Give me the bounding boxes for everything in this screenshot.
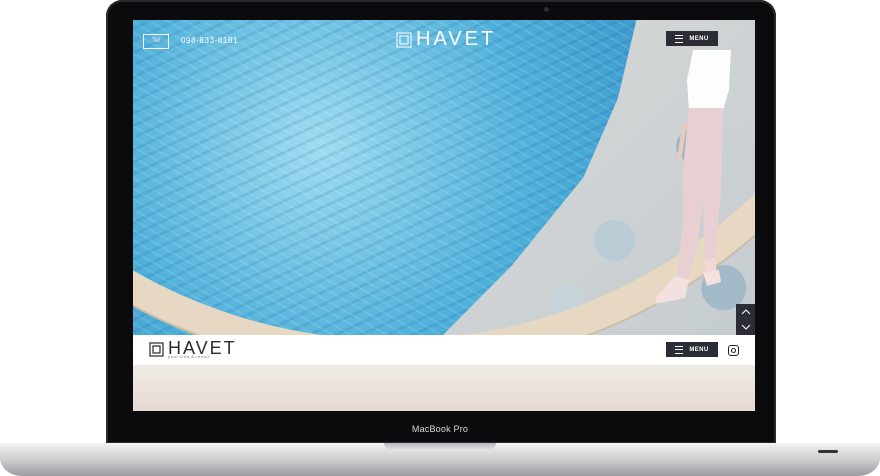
header-menu-button[interactable]: MENU: [666, 342, 718, 357]
camera: [544, 7, 549, 12]
person-image: [655, 50, 731, 304]
header-logo[interactable]: HAVET pool villa & resort: [149, 339, 237, 359]
phone-badge: Tel: [143, 34, 169, 49]
hero-logo[interactable]: HAVET: [396, 28, 496, 51]
chevron-up-icon[interactable]: [741, 309, 751, 315]
hamburger-icon: [675, 34, 684, 43]
logo-mark-icon: [149, 342, 164, 357]
phone-number[interactable]: 098-833-8181: [181, 36, 238, 45]
hero-menu-label: MENU: [689, 35, 709, 42]
hero-menu-button[interactable]: MENU: [666, 31, 718, 46]
hamburger-icon: [675, 345, 684, 354]
hero-section: Tel 098-833-8181 HAVET MENU: [133, 20, 755, 335]
site-header: HAVET pool villa & resort MENU: [133, 335, 755, 365]
laptop-screen: Tel 098-833-8181 HAVET MENU HAVET pool v…: [133, 20, 755, 411]
hero-logo-text: HAVET: [416, 28, 497, 50]
device-brand-label: MacBook Pro: [411, 424, 469, 434]
logo-mark-icon: [396, 32, 412, 47]
content-preview: [133, 365, 755, 411]
chevron-down-icon[interactable]: [741, 324, 751, 330]
laptop-notch: [384, 443, 496, 449]
scroll-control: [736, 304, 755, 335]
instagram-icon[interactable]: [728, 345, 739, 356]
status-light: [818, 450, 838, 453]
header-menu-label: MENU: [689, 346, 709, 353]
